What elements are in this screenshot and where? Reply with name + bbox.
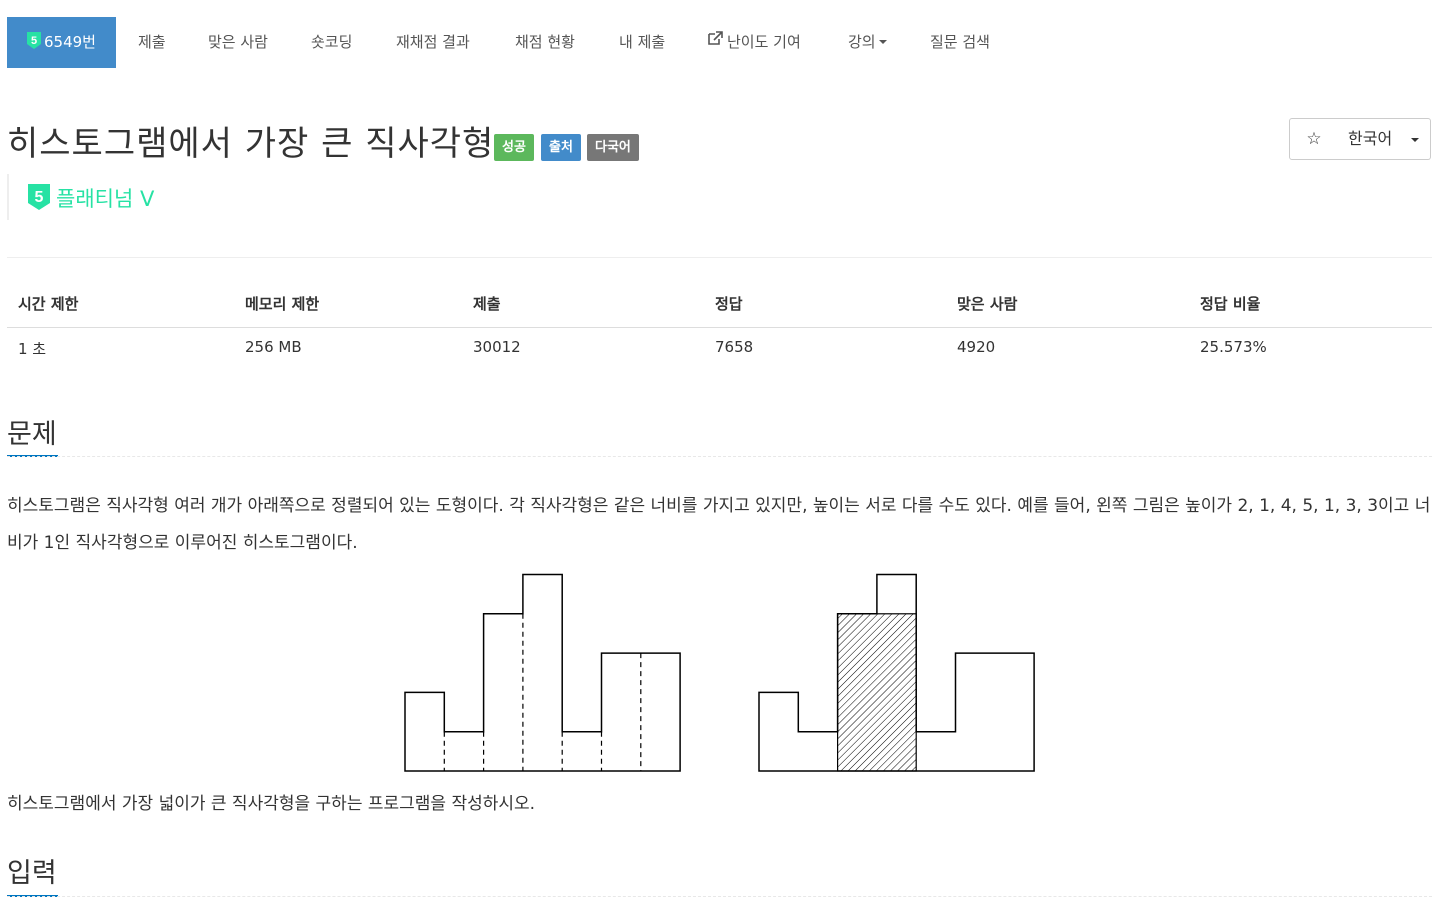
nav-short-coding[interactable]: 숏코딩 [311,17,352,68]
divider [7,257,1432,258]
tier-badge-icon: 5 [27,32,41,49]
problem-description: 히스토그램은 직사각형 여러 개가 아래쪽으로 정렬되어 있는 도형이다. 각 … [7,496,1431,553]
td-submissions: 30012 [473,338,521,356]
nav-problem-id: 6549번 [44,33,96,51]
th-solved-users: 맞은 사람 [957,295,1018,313]
nav-rejudge-results[interactable]: 재채점 결과 [396,17,470,68]
histogram-right-largest-rectangle [758,573,1035,772]
nav-difficulty-contribution[interactable]: 난이도 기여 [708,17,801,68]
language-label: 한국어 [1348,129,1393,148]
success-badge: 성공 [494,134,534,161]
external-link-icon [708,15,723,66]
heading-divider [7,456,1432,457]
nav-question-search[interactable]: 질문 검색 [930,17,990,68]
td-accept-ratio: 25.573% [1200,338,1267,356]
nav-lectures-label: 강의 [848,33,876,51]
th-submissions: 제출 [473,295,501,313]
td-accepted: 7658 [715,338,754,356]
chevron-down-icon [1411,138,1419,142]
histogram-outline [404,573,681,772]
th-accept-ratio: 정답 비율 [1200,295,1261,313]
problem-nav: 5 6549번 제출 맞은 사람 숏코딩 재채점 결과 채점 현황 내 제출 난… [0,17,1440,68]
tier-label[interactable]: 플래티넘 V [56,183,154,213]
page-title: 히스토그램에서 가장 큰 직사각형 [7,124,495,164]
histogram-left [404,573,681,772]
table-header-divider [7,327,1432,328]
heading-divider [7,896,1432,897]
nav-judge-status[interactable]: 채점 현황 [515,17,575,68]
problem-section-header: 문제 [7,412,1432,458]
histogram-figure [404,573,1035,772]
multilang-badge: 다국어 [587,134,639,161]
input-heading: 입력 [7,858,57,889]
svg-text:5: 5 [31,35,37,47]
largest-rectangle [837,613,917,772]
td-solved-users: 4920 [957,338,996,356]
th-time-limit: 시간 제한 [18,295,79,313]
nav-solved-users[interactable]: 맞은 사람 [208,17,268,68]
star-button[interactable]: ☆ [1289,118,1339,160]
nav-submit[interactable]: 제출 [138,17,166,68]
th-accepted: 정답 [715,295,743,313]
nav-lectures-dropdown[interactable]: 강의 [848,17,887,68]
source-badge[interactable]: 출처 [541,134,581,161]
tier-platinum-icon: 5 [28,184,50,214]
svg-text:5: 5 [35,189,44,206]
tier-indicator: 5 플래티넘 V [7,174,229,220]
nav-my-submissions[interactable]: 내 제출 [619,17,665,68]
td-memory-limit: 256 MB [245,338,302,356]
input-section-header: 입력 [7,851,1432,899]
problem-task: 히스토그램에서 가장 넓이가 큰 직사각형을 구하는 프로그램을 작성하시오. [7,794,536,814]
language-select[interactable]: 한국어 [1337,118,1431,160]
nav-problem-tab[interactable]: 5 6549번 [7,17,116,68]
problem-heading: 문제 [7,419,57,450]
star-icon: ☆ [1306,129,1322,149]
th-memory-limit: 메모리 제한 [245,295,320,313]
td-time-limit: 1 초 [18,340,47,358]
chevron-down-icon [878,39,887,44]
nav-difficulty-label: 난이도 기여 [727,33,801,51]
